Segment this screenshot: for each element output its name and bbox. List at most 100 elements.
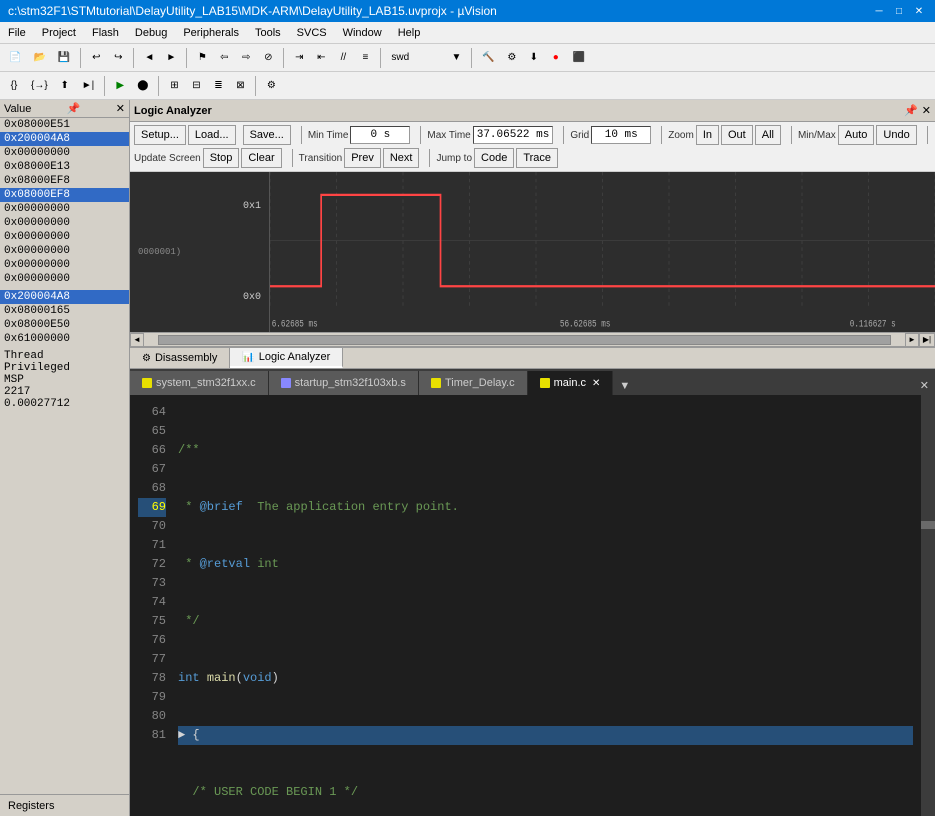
setup-button[interactable]: Setup... [134,125,186,145]
toolbar-view4[interactable]: ⊠ [230,75,250,97]
toolbar-view1[interactable]: ⊞ [164,75,184,97]
toolbar-bookmark[interactable]: ⚑ [192,47,212,69]
toolbar-new[interactable]: 📄 [4,47,26,69]
scroll-end-arrow[interactable]: ▶| [919,333,935,347]
toolbar-run-to-cursor[interactable]: ►| [77,75,100,97]
reg-value-12[interactable]: 0x00000000 [0,272,129,286]
toolbar-next-bookmark[interactable]: ⇨ [236,47,256,69]
tab-logic-analyzer[interactable]: 📊 Logic Analyzer [230,348,343,368]
reg-value-8[interactable]: 0x00000000 [0,216,129,230]
registers-tab[interactable]: Registers [0,794,129,816]
transition-next-button[interactable]: Next [383,148,420,168]
reg-value-1[interactable]: 0x08000E51 [0,118,129,132]
reg-current-2[interactable]: 0x08000165 [0,304,129,318]
toolbar-clear-bookmark[interactable]: ⊘ [258,47,278,69]
menu-tools[interactable]: Tools [247,25,289,41]
toolbar-unindent[interactable]: ⇤ [311,47,331,69]
la-pin-icon: 📌 [904,104,918,117]
reg-value-9[interactable]: 0x00000000 [0,230,129,244]
code-editor-close[interactable]: ✕ [914,376,935,395]
code-scroll-indicator[interactable] [921,395,935,816]
code-content[interactable]: /** * @brief The application entry point… [170,395,921,816]
jumpto-code-button[interactable]: Code [474,148,514,168]
reg-current-4[interactable]: 0x61000000 [0,332,129,346]
toolbar-toggle-comment[interactable]: // [333,47,353,69]
menu-help[interactable]: Help [390,25,429,41]
scroll-left-arrow[interactable]: ◄ [130,333,144,347]
code-tab-startup[interactable]: startup_stm32f103xb.s [269,371,419,395]
close-button[interactable]: ✕ [911,3,927,19]
zoom-in-button[interactable]: In [696,125,719,145]
reg-value-7[interactable]: 0x00000000 [0,202,129,216]
code-tab-main[interactable]: main.c ✕ [528,371,614,395]
menu-window[interactable]: Window [335,25,390,41]
minmax-undo-button[interactable]: Undo [876,125,916,145]
toolbar-back[interactable]: ◄ [139,47,159,69]
menu-peripherals[interactable]: Peripherals [175,25,247,41]
toolbar-find[interactable]: swd ▼ [386,47,466,69]
sep6 [471,48,472,68]
la-scrollbar[interactable]: ◄ ► ▶| [130,332,935,346]
toolbar-stop[interactable]: ⬛ [568,47,590,69]
toolbar-rebuild[interactable]: ⚙ [502,47,522,69]
toolbar-settings[interactable]: ⚙ [261,75,281,97]
menu-flash[interactable]: Flash [84,25,127,41]
transition-prev-button[interactable]: Prev [344,148,381,168]
scroll-thumb[interactable] [158,335,891,345]
toolbar-run[interactable]: ▶ [110,75,130,97]
sep7 [104,76,105,96]
reg-value-3[interactable]: 0x00000000 [0,146,129,160]
update-clear-button[interactable]: Clear [241,148,281,168]
zoom-all-button[interactable]: All [755,125,781,145]
zoom-out-button[interactable]: Out [721,125,753,145]
reg-current-1[interactable]: 0x200004A8 [0,290,129,304]
toolbar-debug[interactable]: ● [546,47,566,69]
menu-svcs[interactable]: SVCS [289,25,335,41]
menu-debug[interactable]: Debug [127,25,175,41]
tab-disassembly[interactable]: ⚙ Disassembly [130,348,230,368]
code-tab-system[interactable]: system_stm32f1xx.c [130,371,269,395]
close-left-icon[interactable]: ✕ [116,102,125,115]
minimize-button[interactable]: ─ [871,3,887,19]
la-maxtime-value: 37.06522 ms [473,126,554,144]
reg-value-6[interactable]: 0x08000EF8 [0,188,129,202]
maximize-button[interactable]: □ [891,3,907,19]
reg-value-2[interactable]: 0x200004A8 [0,132,129,146]
toolbar-build[interactable]: 🔨 [477,47,499,69]
toolbar-forward[interactable]: ► [161,47,181,69]
reg-value-4[interactable]: 0x08000E13 [0,160,129,174]
toolbar-open[interactable]: 📂 [28,47,50,69]
menu-project[interactable]: Project [34,25,84,41]
toolbar-redo[interactable]: ↪ [108,47,128,69]
toolbar-step-over[interactable]: {→} [26,75,53,97]
load-button[interactable]: Load... [188,125,236,145]
toolbar-download[interactable]: ⬇ [524,47,544,69]
code-tabs-dropdown[interactable]: ▼ [613,377,636,395]
save-button[interactable]: Save... [243,125,291,145]
toolbar-step-out[interactable]: ⬆ [55,75,75,97]
la-close-icon[interactable]: ✕ [922,104,931,117]
toolbar-save[interactable]: 💾 [53,47,75,69]
menu-file[interactable]: File [0,25,34,41]
toolbar-step-into[interactable]: {} [4,75,24,97]
toolbar-prev-bookmark[interactable]: ⇦ [214,47,234,69]
code-tab-timer[interactable]: Timer_Delay.c [419,371,528,395]
sep5 [380,48,381,68]
reg-value-11[interactable]: 0x00000000 [0,258,129,272]
toolbar-indent[interactable]: ⇥ [289,47,309,69]
waveform-canvas-container[interactable]: 6.62685 ms 56.62685 ms 0.116627 s [270,172,935,332]
reg-current-3[interactable]: 0x08000E50 [0,318,129,332]
toolbar-view2[interactable]: ⊟ [186,75,206,97]
main-tab-close[interactable]: ✕ [592,378,600,389]
update-stop-button[interactable]: Stop [203,148,240,168]
toolbar-debug-mode[interactable]: ⬤ [132,75,153,97]
jumpto-trace-button[interactable]: Trace [516,148,558,168]
reg-value-5[interactable]: 0x08000EF8 [0,174,129,188]
code-vscroll-thumb[interactable] [921,521,935,529]
toolbar-format[interactable]: ≡ [355,47,375,69]
reg-value-10[interactable]: 0x00000000 [0,244,129,258]
scroll-right-arrow[interactable]: ► [905,333,919,347]
toolbar-view3[interactable]: ≣ [208,75,228,97]
toolbar-undo[interactable]: ↩ [86,47,106,69]
minmax-auto-button[interactable]: Auto [838,125,875,145]
